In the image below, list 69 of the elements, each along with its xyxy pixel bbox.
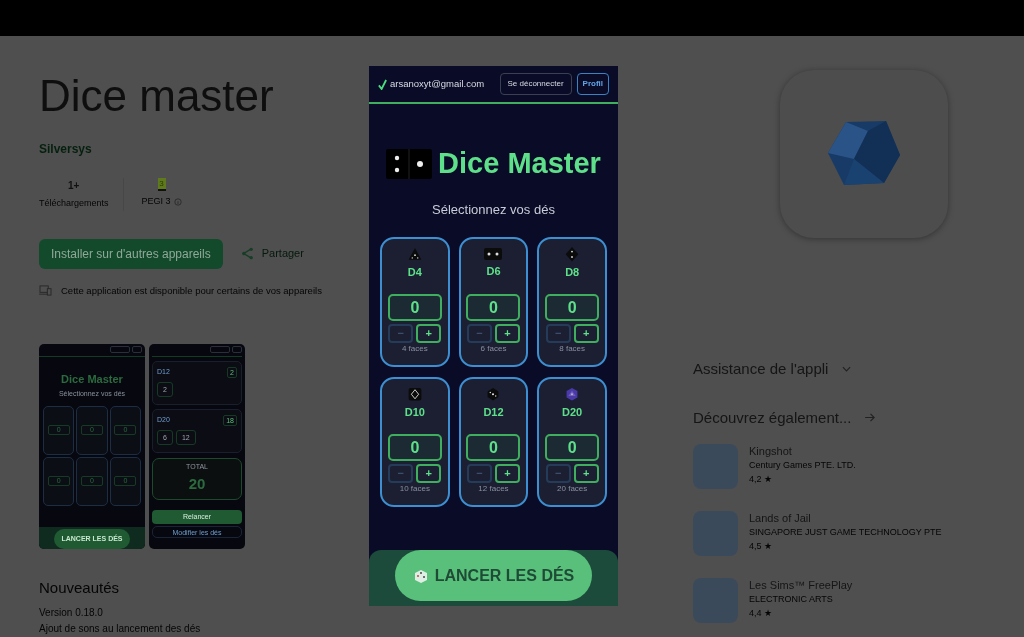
die-name: D12: [483, 404, 504, 420]
button-outline: [110, 346, 130, 354]
stat-label: Téléchargements: [39, 197, 109, 210]
section-title: Découvrez également...: [693, 407, 852, 428]
install-button[interactable]: Installer sur d'autres appareils: [39, 238, 223, 269]
app-developer: ELECTRONIC ARTS: [749, 593, 834, 606]
increment-button[interactable]: +: [495, 464, 520, 483]
die-icon: [406, 387, 423, 402]
die-count: 0: [387, 294, 442, 321]
thumbnail-title: Dice Master: [61, 371, 123, 387]
app-list-item[interactable]: Les Sims™ FreePlay ELECTRONIC ARTS 4,4 ★: [693, 578, 1013, 623]
die-name: D10: [404, 404, 425, 420]
app-title: Dice master: [39, 70, 274, 122]
die-icon: [406, 247, 423, 262]
checkmark-icon: [378, 78, 387, 90]
increment-button[interactable]: +: [495, 323, 520, 343]
profile-button[interactable]: Profil: [576, 73, 609, 95]
die-count: 0: [466, 434, 521, 461]
increment-button[interactable]: +: [416, 464, 442, 483]
faces-label: 8 faces: [559, 343, 586, 355]
app-name: Les Sims™ FreePlay: [749, 578, 853, 592]
die-count: 0: [545, 294, 600, 321]
section-title: Nouveautés: [39, 577, 120, 598]
app-developer: Century Games PTE. LTD.: [749, 459, 856, 472]
faces-label: 12 faces: [478, 483, 509, 495]
die-icon: [484, 247, 503, 261]
app-rating: 4,4 ★: [749, 607, 773, 620]
share-button[interactable]: Partager: [240, 245, 304, 262]
stat-value: 1+: [68, 179, 80, 193]
button-outline: [210, 346, 230, 354]
die-name: D8: [565, 264, 580, 280]
die-name: D6: [486, 264, 501, 279]
faces-label: 6 faces: [480, 343, 507, 355]
account-email: arsanoxyt@gmail.com: [390, 76, 485, 91]
stat-label: PEGI 3: [141, 195, 171, 208]
button-outline: [132, 346, 142, 354]
app-list-item[interactable]: Kingshot Century Games PTE. LTD. 4,2 ★: [693, 444, 1013, 489]
dice-icon: [412, 567, 429, 584]
version-text: Version 0.18.0: [39, 606, 103, 621]
faces-label: 4 faces: [401, 343, 428, 355]
increment-button[interactable]: +: [573, 324, 599, 343]
roll-dice-button[interactable]: LANCER LES DÉS: [395, 550, 592, 601]
die-name: D4: [407, 264, 422, 280]
faces-label: 20 faces: [557, 483, 588, 495]
die-count: 0: [387, 434, 442, 461]
button-outline: [232, 346, 242, 354]
devices-icon: [39, 285, 52, 297]
developer-link[interactable]: Silversys: [39, 140, 92, 158]
die-count: 0: [545, 434, 600, 461]
app-rating: 4,2 ★: [749, 473, 773, 486]
app-title: Dice Master: [438, 146, 601, 181]
availability-note: Cette application est disponible pour certains de vos appareils: [61, 283, 322, 298]
app-rating: 4,5 ★: [749, 540, 773, 553]
faces-label: 10 faces: [399, 483, 430, 495]
app-developer: SINGAPORE JUST GAME TECHNOLOGY PTE: [749, 526, 942, 539]
app-name: Kingshot: [749, 444, 793, 458]
subtitle: Sélectionnez vos dés: [432, 200, 555, 219]
die-count: 0: [466, 293, 521, 321]
die-icon: [565, 247, 580, 262]
release-note: Ajout de sons au lancement des dés: [39, 622, 201, 637]
increment-button[interactable]: +: [416, 324, 442, 343]
die-name: D20: [562, 404, 583, 420]
arrow-right-icon: [865, 413, 877, 423]
increment-button[interactable]: +: [573, 464, 599, 483]
sign-out-button[interactable]: Se déconnecter: [499, 73, 572, 95]
info-icon: [173, 197, 182, 206]
share-icon: [240, 247, 254, 260]
app-support-toggle[interactable]: Assistance de l'appli: [693, 358, 852, 381]
total-value: 20: [188, 473, 206, 494]
